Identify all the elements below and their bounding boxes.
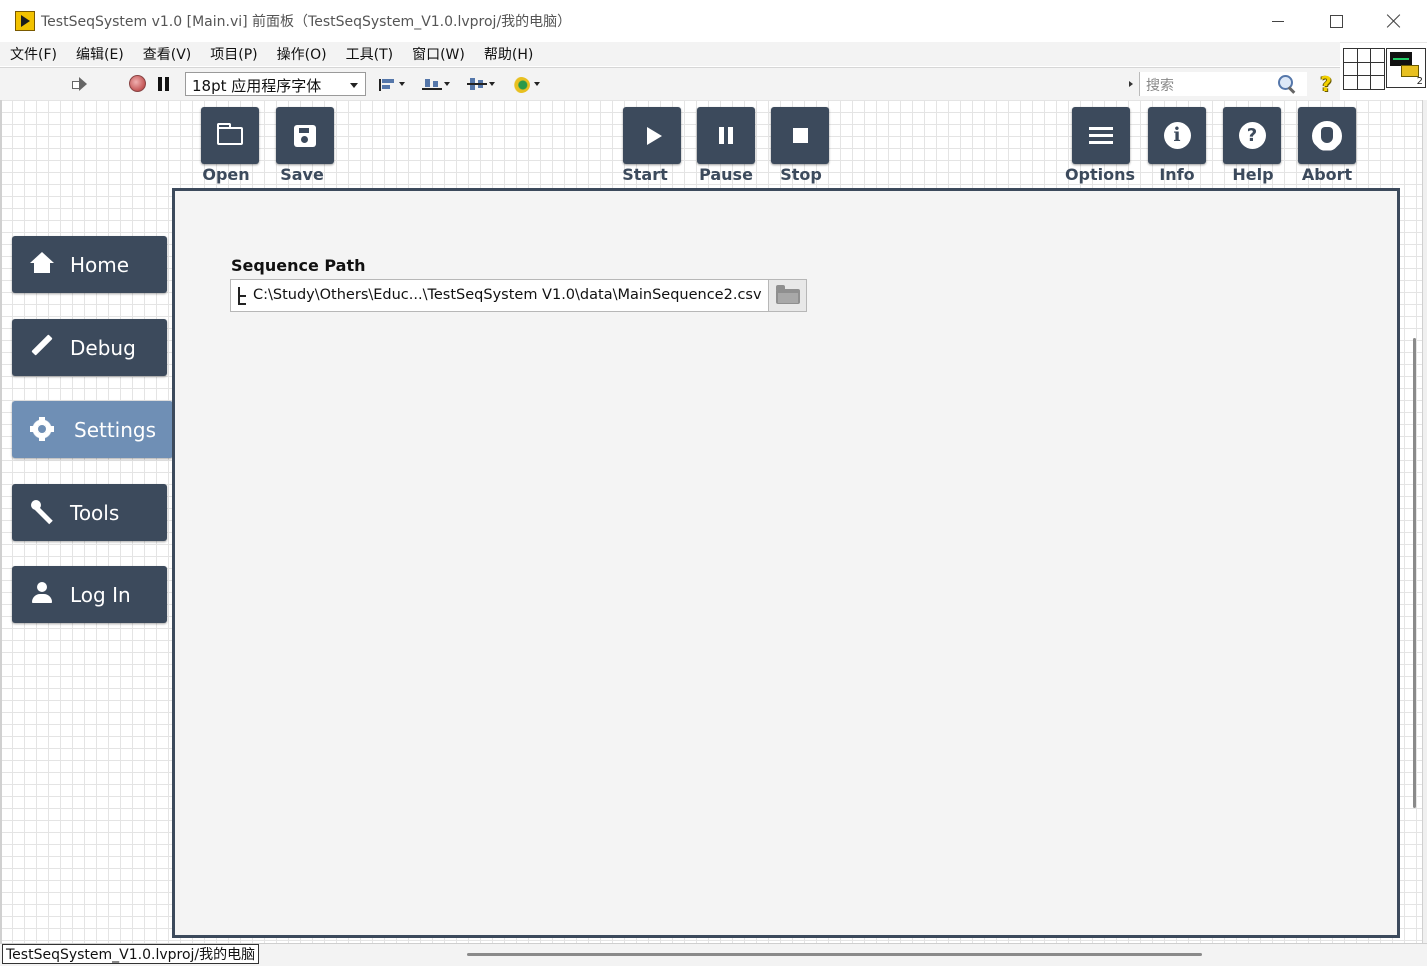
close-icon [1387,14,1401,28]
font-select-value: 18pt 应用程序字体 [192,77,322,95]
dropdown-icon [444,82,450,86]
nav-settings-button[interactable]: Settings [12,401,173,458]
pause-label: Pause [699,165,753,184]
start-button[interactable] [623,107,681,164]
reorder-button[interactable] [512,76,542,93]
dropdown-icon [489,82,495,86]
window-title: TestSeqSystem v1.0 [Main.vi] 前面板（TestSeq… [41,14,572,30]
reorder-icon [512,77,530,93]
context-help-icon[interactable]: ? [1316,73,1336,95]
resize-objects-button[interactable] [467,76,497,92]
hand-stop-icon [1312,120,1342,151]
nav-login-label: Log In [70,583,131,607]
stop-label: Stop [780,165,822,184]
maximize-button[interactable] [1316,8,1356,34]
nav-tools-button[interactable]: Tools [12,484,167,541]
right-scroll-track [1422,100,1427,943]
labview-app-icon [15,11,35,31]
menu-help[interactable]: 帮助(H) [474,44,542,64]
menu-file[interactable]: 文件(F) [0,44,66,64]
info-button[interactable]: i [1148,107,1206,164]
vi-icon[interactable]: 2 [1386,48,1426,88]
connector-pane-icon[interactable] [1343,48,1385,90]
folder-icon [217,122,243,145]
distribute-objects-button[interactable] [422,76,452,92]
gear-hole [38,425,46,433]
options-button[interactable] [1072,107,1130,164]
info-label: Info [1159,165,1195,184]
nav-debug-label: Debug [70,336,136,360]
info-icon: i [1163,122,1191,149]
search-expand-icon[interactable] [1129,81,1133,87]
project-context-label[interactable]: TestSeqSystem_V1.0.lvproj/我的电脑 [2,944,260,964]
menu-project[interactable]: 项目(P) [200,44,266,64]
title-bar: TestSeqSystem v1.0 [Main.vi] 前面板（TestSeq… [0,0,1427,43]
menu-bars-icon [1089,126,1113,145]
maximize-icon [1329,14,1343,28]
resize-icon [467,77,487,91]
stop-icon [792,128,808,143]
align-objects-button[interactable] [377,76,407,92]
abort-label: Abort [1301,165,1353,184]
menu-edit[interactable]: 编辑(E) [66,44,133,64]
options-label: Options [1064,165,1136,184]
minimize-icon [1272,20,1284,22]
save-button[interactable] [276,107,334,164]
folder-icon [776,285,800,304]
question-icon: ? [1238,122,1266,149]
pause-button[interactable] [697,107,755,164]
menu-window[interactable]: 窗口(W) [402,44,474,64]
pencil-icon [30,335,54,359]
dropdown-icon [399,82,405,86]
menu-bar: 文件(F) 编辑(E) 查看(V) 项目(P) 操作(O) 工具(T) 窗口(W… [0,42,1340,66]
toolbar: 18pt 应用程序字体 搜索 ? [0,67,1340,101]
nav-home-button[interactable]: Home [12,236,167,293]
minimize-button[interactable] [1258,8,1298,34]
font-select[interactable]: 18pt 应用程序字体 [185,72,366,96]
vi-icon-number: 2 [1416,76,1423,87]
abort-button[interactable] [1298,107,1356,164]
sequence-path-input[interactable]: C:\Study\Others\Educ...\TestSeqSystem V1… [230,279,807,312]
user-icon [30,582,54,606]
help-button[interactable]: ? [1223,107,1281,164]
align-icon [377,77,397,91]
search-icon[interactable] [1277,74,1297,94]
abort-execution-icon[interactable] [129,75,146,92]
run-arrow-icon[interactable] [70,75,88,93]
nav-tools-label: Tools [70,501,120,525]
stop-button[interactable] [771,107,829,164]
close-button[interactable] [1374,8,1414,34]
play-icon [646,126,662,145]
pause-icon [719,127,733,144]
horizontal-scrollbar[interactable] [467,953,1202,956]
vertical-scrollbar[interactable] [1413,338,1416,808]
save-icon [294,124,316,147]
open-label: Open [202,165,250,184]
open-button[interactable] [201,107,259,164]
start-label: Start [622,165,668,184]
nav-home-label: Home [70,253,130,277]
gear-icon [30,417,54,441]
path-icon [236,286,246,306]
chevron-down-icon [350,83,358,88]
pause-icon[interactable] [158,77,170,91]
sequence-path-value: C:\Study\Others\Educ...\TestSeqSystem V1… [253,287,762,303]
dropdown-icon [534,82,540,86]
menu-view[interactable]: 查看(V) [133,44,201,64]
sequence-path-label: Sequence Path [231,256,366,275]
vi-icon-screen [1390,52,1412,66]
nav-login-button[interactable]: Log In [12,566,167,623]
browse-button[interactable] [768,279,807,312]
panel-border [0,100,2,943]
help-label: Help [1232,165,1274,184]
wrench-icon [30,500,54,524]
home-icon [30,252,54,276]
distribute-icon [422,77,442,91]
nav-settings-label: Settings [74,418,157,442]
nav-debug-button[interactable]: Debug [12,319,167,376]
menu-tools[interactable]: 工具(T) [336,44,402,64]
save-label: Save [280,165,324,184]
menu-operate[interactable]: 操作(O) [267,44,336,64]
